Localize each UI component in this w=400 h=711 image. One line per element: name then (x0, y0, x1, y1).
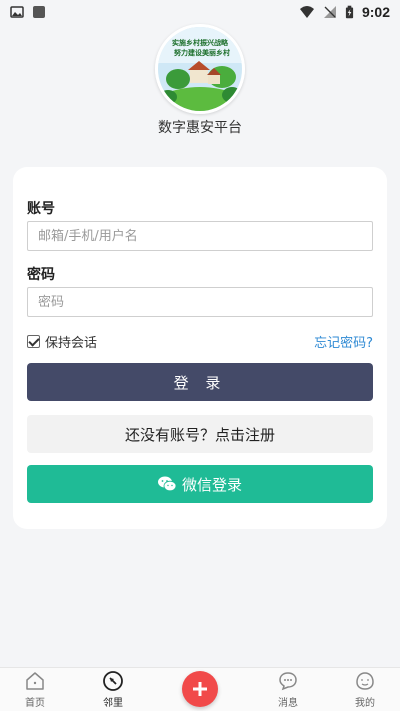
login-button[interactable]: 登 录 (27, 363, 373, 401)
logo-illustration: 实施乡村振兴战略 努力建设美丽乡村 (158, 27, 242, 111)
remember-checkbox[interactable] (27, 335, 40, 348)
register-button[interactable]: 还没有账号？点击注册 (27, 415, 373, 453)
wifi-icon (299, 6, 314, 18)
clock: 9:02 (361, 4, 390, 20)
account-input[interactable] (27, 221, 373, 251)
plus-icon (193, 682, 207, 696)
remember-label: 保持会话 (45, 336, 98, 351)
account-label: 账号 (27, 201, 55, 217)
home-icon (26, 672, 44, 690)
logo-text-line1: 实施乡村振兴战略 (172, 38, 229, 47)
user-icon (356, 672, 374, 690)
nav-item-profile[interactable]: 我的 (335, 670, 395, 709)
nav-item-messages[interactable]: 消息 (258, 670, 318, 709)
nav-label-messages: 消息 (278, 698, 298, 709)
password-label: 密码 (27, 267, 55, 283)
app-logo: 实施乡村振兴战略 努力建设美丽乡村 (155, 24, 245, 114)
message-icon (279, 672, 297, 691)
status-bar: 9:02 (0, 0, 400, 24)
battery-icon (345, 5, 354, 19)
nav-label-profile: 我的 (355, 698, 375, 709)
nav-label-neighbors: 邻里 (103, 698, 123, 709)
password-input[interactable] (27, 287, 373, 317)
wechat-login-label: 微信登录 (181, 475, 242, 494)
wechat-login-button[interactable]: 微信登录 (27, 465, 373, 503)
wechat-icon (157, 476, 176, 492)
nav-item-home[interactable]: 首页 (5, 670, 65, 709)
app-name: 数字惠安平台 (158, 120, 242, 136)
add-button[interactable] (182, 671, 218, 707)
forgot-password-link[interactable]: 忘记密码? (314, 332, 373, 351)
nav-label-home: 首页 (25, 698, 45, 709)
no-signal-icon (323, 6, 336, 18)
compass-icon (103, 671, 123, 691)
remember-session[interactable]: 保持会话 (27, 332, 97, 351)
image-icon (10, 6, 24, 18)
login-card: 账号 密码 保持会话 忘记密码? 登 录 还没有账号？点击注册 微信登录 (13, 167, 387, 529)
notification-square-icon (33, 6, 45, 18)
nav-item-neighbors[interactable]: 邻里 (83, 670, 143, 709)
logo-text-line2: 努力建设美丽乡村 (174, 48, 230, 57)
